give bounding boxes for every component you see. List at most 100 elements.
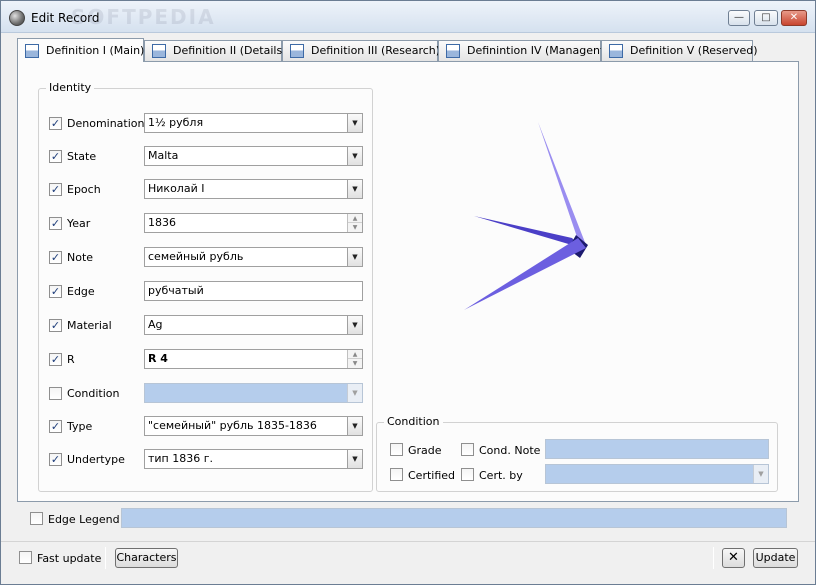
year-spinbox[interactable]: 1836 ▲ ▼: [144, 213, 363, 233]
loading-spinner-icon: [464, 122, 588, 310]
undertype-label: Undertype: [67, 453, 125, 466]
undertype-checkbox[interactable]: ✓: [49, 453, 62, 466]
grade-label: Grade: [408, 444, 442, 457]
form-icon: [609, 44, 623, 58]
title-bar[interactable]: Edit Record SOFTPEDIA — □ ✕: [1, 1, 815, 33]
grade-checkbox[interactable]: [390, 443, 403, 456]
tab-label: Definition I (Main): [46, 44, 145, 57]
close-button[interactable]: ✕: [781, 10, 807, 26]
edge-value: рубчатый: [148, 284, 204, 297]
note-checkbox[interactable]: ✓: [49, 251, 62, 264]
minimize-button[interactable]: —: [728, 10, 750, 26]
epoch-label: Epoch: [67, 183, 101, 196]
coin-image-area: [376, 70, 786, 410]
app-coin-icon: [9, 10, 25, 26]
edge-label: Edge: [67, 285, 95, 298]
denomination-checkbox[interactable]: ✓: [49, 117, 62, 130]
state-dropdown[interactable]: Malta ▼: [144, 146, 363, 166]
type-checkbox[interactable]: ✓: [49, 420, 62, 433]
r-label: R: [67, 353, 75, 366]
epoch-value: Николай I: [148, 182, 205, 195]
maximize-button[interactable]: □: [754, 10, 778, 26]
r-spin-buttons: ▲ ▼: [347, 350, 362, 368]
certified-checkbox[interactable]: [390, 468, 403, 481]
spin-up-icon[interactable]: ▲: [348, 214, 362, 223]
tab-panel-main: Identity ✓ Denomination 1½ рубля ▼ ✓ Sta…: [17, 61, 799, 502]
fast-update-checkbox[interactable]: [19, 551, 32, 564]
condition-group-title: Condition: [384, 415, 443, 428]
fast-update-label: Fast update: [37, 552, 102, 565]
tools-icon[interactable]: ✕: [722, 548, 745, 568]
material-label: Material: [67, 319, 112, 332]
chevron-down-icon[interactable]: ▼: [347, 417, 362, 435]
update-button[interactable]: Update: [753, 548, 798, 568]
undertype-value: тип 1836 г.: [148, 452, 214, 465]
row-state: ✓ State Malta ▼: [39, 146, 372, 168]
year-spin-buttons: ▲ ▼: [347, 214, 362, 232]
characters-button[interactable]: Characters: [115, 548, 178, 568]
row-denomination: ✓ Denomination 1½ рубля ▼: [39, 113, 372, 135]
state-label: State: [67, 150, 97, 163]
condition-dropdown: ▼: [144, 383, 363, 403]
epoch-dropdown[interactable]: Николай I ▼: [144, 179, 363, 199]
cert-by-checkbox[interactable]: [461, 468, 474, 481]
chevron-down-icon[interactable]: ▼: [347, 316, 362, 334]
state-checkbox[interactable]: ✓: [49, 150, 62, 163]
denomination-dropdown[interactable]: 1½ рубля ▼: [144, 113, 363, 133]
tab-definition-iii-research[interactable]: Definition III (Research): [282, 40, 441, 61]
cond-note-checkbox[interactable]: [461, 443, 474, 456]
r-spinbox[interactable]: R 4 ▲ ▼: [144, 349, 363, 369]
row-condition: Condition ▼: [39, 383, 372, 405]
chevron-down-icon[interactable]: ▼: [347, 248, 362, 266]
condition-label: Condition: [67, 387, 120, 400]
cond-note-input: [545, 439, 769, 459]
edge-legend-checkbox[interactable]: [30, 512, 43, 525]
edge-checkbox[interactable]: ✓: [49, 285, 62, 298]
tab-definition-ii-details[interactable]: Definition II (Details): [144, 40, 286, 61]
r-checkbox[interactable]: ✓: [49, 353, 62, 366]
epoch-checkbox[interactable]: ✓: [49, 183, 62, 196]
spin-down-icon[interactable]: ▼: [348, 359, 362, 368]
tab-definition-i-main[interactable]: Definition I (Main): [17, 38, 144, 62]
form-icon: [290, 44, 304, 58]
identity-group: Identity ✓ Denomination 1½ рубля ▼ ✓ Sta…: [38, 81, 373, 492]
type-dropdown[interactable]: "семейный" рубль 1835-1836 ▼: [144, 416, 363, 436]
spinner-blade: [464, 238, 586, 310]
tab-definition-v-reserved[interactable]: Definition V (Reserved): [601, 40, 758, 61]
material-checkbox[interactable]: ✓: [49, 319, 62, 332]
row-year: ✓ Year 1836 ▲ ▼: [39, 213, 372, 235]
spin-down-icon[interactable]: ▼: [348, 223, 362, 232]
cert-by-dropdown: ▼: [545, 464, 769, 484]
chevron-down-icon[interactable]: ▼: [347, 450, 362, 468]
spinner-blade: [538, 122, 586, 245]
chevron-down-icon[interactable]: ▼: [347, 114, 362, 132]
row-note: ✓ Note семейный рубль ▼: [39, 247, 372, 269]
watermark: SOFTPEDIA: [71, 5, 216, 29]
identity-group-title: Identity: [46, 81, 95, 94]
spinner-blade: [474, 216, 582, 248]
tab-definition-iv-managent[interactable]: Definintion IV (Managent): [438, 40, 609, 61]
undertype-dropdown[interactable]: тип 1836 г. ▼: [144, 449, 363, 469]
year-label: Year: [67, 217, 91, 230]
row-epoch: ✓ Epoch Николай I ▼: [39, 179, 372, 201]
spin-up-icon[interactable]: ▲: [348, 350, 362, 359]
chevron-down-icon[interactable]: ▼: [347, 147, 362, 165]
material-dropdown[interactable]: Ag ▼: [144, 315, 363, 335]
condition-checkbox[interactable]: [49, 387, 62, 400]
year-checkbox[interactable]: ✓: [49, 217, 62, 230]
tab-label: Definition III (Research): [311, 44, 441, 57]
note-dropdown[interactable]: семейный рубль ▼: [144, 247, 363, 267]
form-icon: [152, 44, 166, 58]
type-label: Type: [67, 420, 93, 433]
form-icon: [446, 44, 460, 58]
type-value: "семейный" рубль 1835-1836: [148, 419, 317, 432]
edit-record-window: Edit Record SOFTPEDIA — □ ✕ Definition I…: [0, 0, 816, 585]
certified-label: Certified: [408, 469, 456, 482]
chevron-down-icon[interactable]: ▼: [347, 180, 362, 198]
cert-by-label: Cert. by: [479, 469, 523, 482]
edge-input[interactable]: рубчатый: [144, 281, 363, 301]
denomination-value: 1½ рубля: [148, 116, 204, 129]
row-edge: ✓ Edge рубчатый: [39, 281, 372, 303]
edge-legend-input: [121, 508, 787, 528]
tab-label: Definition V (Reserved): [630, 44, 758, 57]
